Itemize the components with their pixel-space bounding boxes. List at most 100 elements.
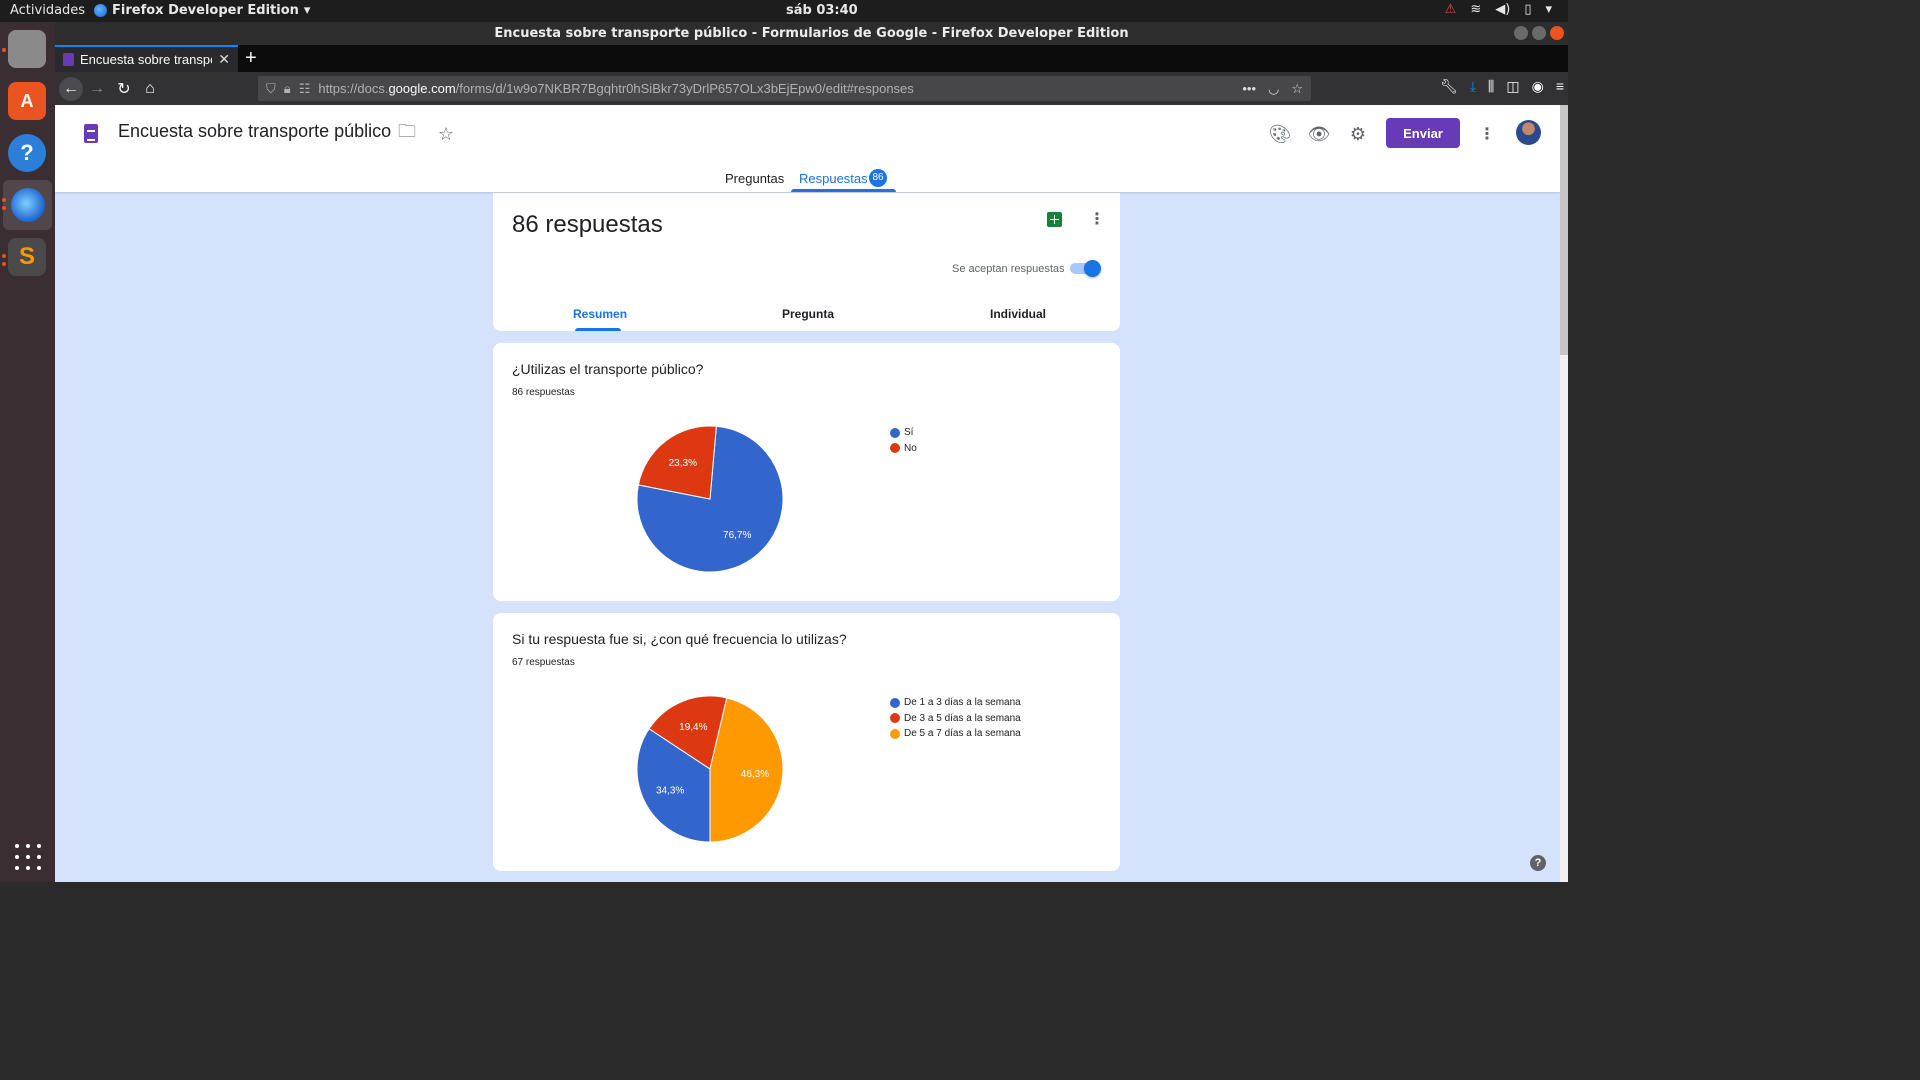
pocket-icon[interactable]: ◡ [1268, 81, 1279, 97]
slice-label: 19,4% [679, 722, 707, 733]
question-card: Si tu respuesta fue si, ¿con qué frecuen… [493, 613, 1120, 871]
forward-icon[interactable]: → [85, 77, 109, 101]
sidebar-icon[interactable]: ◫ [1506, 78, 1519, 95]
folder-icon[interactable]: 🗀︎ [395, 121, 419, 146]
tab-responses[interactable]: Respuestas [799, 171, 868, 186]
pie-chart[interactable]: 76,7% 23,3% [636, 425, 784, 573]
system-tray[interactable]: ⚠ ≋ ◀) ▯ ▾ [1445, 2, 1552, 17]
firefox-icon [10, 188, 45, 222]
minimize-icon[interactable] [1514, 26, 1528, 40]
show-applications-icon[interactable] [15, 844, 41, 870]
question-response-count: 86 respuestas [512, 387, 575, 398]
dock: A ? S [0, 22, 55, 882]
software-center-icon[interactable]: A [8, 82, 46, 120]
sublime-text-icon[interactable]: S [8, 238, 46, 276]
eye-icon[interactable]: 👁︎ [1307, 122, 1331, 146]
tab-questions[interactable]: Preguntas [725, 171, 784, 186]
clock[interactable]: sáb 03:40 [786, 3, 858, 18]
legend-label: De 5 a 7 días a la semana [904, 728, 1021, 740]
running-indicator [2, 206, 6, 210]
close-tab-icon[interactable]: ✕ [218, 51, 230, 68]
pie-chart[interactable]: 34,3% 19,4% 46,3% [636, 695, 784, 843]
active-tab-indicator [791, 189, 896, 192]
legend-swatch [890, 697, 900, 708]
legend-item[interactable]: De 1 a 3 días a la semana [890, 695, 1021, 711]
chevron-down-icon: ▾ [1545, 2, 1552, 17]
question-title: ¿Utilizas el transporte público? [512, 361, 704, 377]
scrollbar[interactable] [1560, 105, 1568, 882]
volume-icon: ◀) [1495, 2, 1511, 17]
battery-icon: ▯ [1524, 2, 1532, 17]
activities-button[interactable]: Actividades [10, 3, 85, 18]
app-menu[interactable]: Firefox Developer Edition ▾ [94, 3, 310, 18]
navigation-bar: ← → ↻ ⌂ ⛉ 🔒︎ ☷ https://docs.google.com/f… [55, 72, 1568, 105]
help-icon[interactable]: ? [8, 134, 46, 172]
avatar[interactable] [1516, 120, 1541, 145]
url-bar[interactable]: ⛉ 🔒︎ ☷ https://docs.google.com/forms/d/1… [258, 76, 1311, 101]
reload-icon[interactable]: ↻ [112, 77, 136, 101]
help-icon[interactable]: ? [1530, 855, 1546, 871]
legend-item[interactable]: De 3 a 5 días a la semana [890, 711, 1021, 727]
more-options-icon[interactable]: ⋮ [1089, 209, 1105, 229]
warning-icon[interactable]: ⚠ [1445, 2, 1457, 17]
send-button[interactable]: Enviar [1386, 118, 1460, 148]
toolbar-icons: 🔧︎ ⤓ ⫼ ◫ ◉ ≡ [1440, 78, 1564, 95]
accepting-responses-label: Se aceptan respuestas [952, 263, 1065, 275]
scrollbar-thumb[interactable] [1560, 105, 1568, 355]
firefox-dock-item[interactable] [3, 180, 52, 230]
chart-legend: Sí No [890, 425, 917, 456]
slice-label: 23,3% [669, 458, 697, 469]
palette-icon[interactable]: 🎨︎ [1268, 122, 1292, 146]
settings-gear-icon[interactable]: ⚙ [1346, 122, 1370, 146]
chevron-down-icon: ▾ [303, 3, 311, 18]
question-response-count: 67 respuestas [512, 657, 575, 668]
legend-item[interactable]: De 5 a 7 días a la semana [890, 726, 1021, 742]
maximize-icon[interactable] [1532, 26, 1546, 40]
legend-swatch [890, 713, 900, 724]
page-actions-icon[interactable]: ••• [1242, 81, 1256, 97]
files-icon[interactable] [8, 30, 46, 68]
accepting-responses-toggle[interactable] [1070, 260, 1101, 277]
close-icon[interactable] [1550, 26, 1564, 40]
slice-label: 76,7% [723, 530, 751, 541]
library-icon[interactable]: ⫼ [1488, 78, 1494, 95]
chart-legend: De 1 a 3 días a la semana De 3 a 5 días a… [890, 695, 1021, 742]
os-top-bar: Actividades Firefox Developer Edition ▾ … [0, 0, 1568, 22]
star-icon[interactable]: ☆ [434, 122, 458, 146]
forms-logo-icon[interactable] [84, 124, 98, 143]
form-title[interactable]: Encuesta sobre transporte público [118, 121, 391, 142]
legend-label: No [904, 442, 917, 454]
legend-item[interactable]: No [890, 441, 917, 457]
legend-swatch [890, 443, 900, 454]
download-icon[interactable]: ⤓ [1470, 78, 1476, 95]
sheets-icon[interactable] [1047, 212, 1062, 227]
account-icon[interactable]: ◉ [1532, 78, 1544, 95]
menu-icon[interactable]: ≡ [1556, 78, 1564, 95]
subtab-question[interactable]: Pregunta [782, 307, 834, 321]
more-options-icon[interactable]: ⋮ [1475, 122, 1499, 146]
wifi-icon: ≋ [1470, 2, 1482, 17]
question-title: Si tu respuesta fue si, ¿con qué frecuen… [512, 631, 847, 647]
url-text[interactable]: https://docs.google.com/forms/d/1w9o7NKB… [318, 81, 913, 96]
form-header: Encuesta sobre transporte público 🗀︎ ☆ 🎨… [55, 105, 1560, 192]
active-subtab-indicator [575, 328, 621, 331]
permissions-icon[interactable]: ☷ [299, 81, 311, 97]
legend-label: De 3 a 5 días a la semana [904, 712, 1021, 724]
app-menu-label: Firefox Developer Edition [112, 3, 299, 18]
bookmark-star-icon[interactable]: ☆ [1291, 81, 1303, 97]
lock-icon[interactable]: 🔒︎ [284, 81, 291, 97]
wrench-icon[interactable]: 🔧︎ [1440, 78, 1458, 95]
legend-swatch [890, 728, 900, 739]
legend-item[interactable]: Sí [890, 425, 917, 441]
legend-label: De 1 a 3 días a la semana [904, 697, 1021, 709]
new-tab-icon[interactable]: + [245, 47, 257, 70]
subtab-summary[interactable]: Resumen [573, 307, 627, 321]
window-title-bar: Encuesta sobre transporte público - Form… [55, 22, 1568, 45]
subtab-individual[interactable]: Individual [990, 307, 1046, 321]
home-icon[interactable]: ⌂ [138, 77, 162, 101]
page-content: Encuesta sobre transporte público 🗀︎ ☆ 🎨… [55, 105, 1568, 882]
firefox-icon [94, 4, 107, 17]
back-icon[interactable]: ← [59, 77, 83, 101]
shield-icon[interactable]: ⛉ [266, 81, 276, 97]
browser-tab[interactable]: Encuesta sobre transpor ✕ [55, 45, 238, 72]
